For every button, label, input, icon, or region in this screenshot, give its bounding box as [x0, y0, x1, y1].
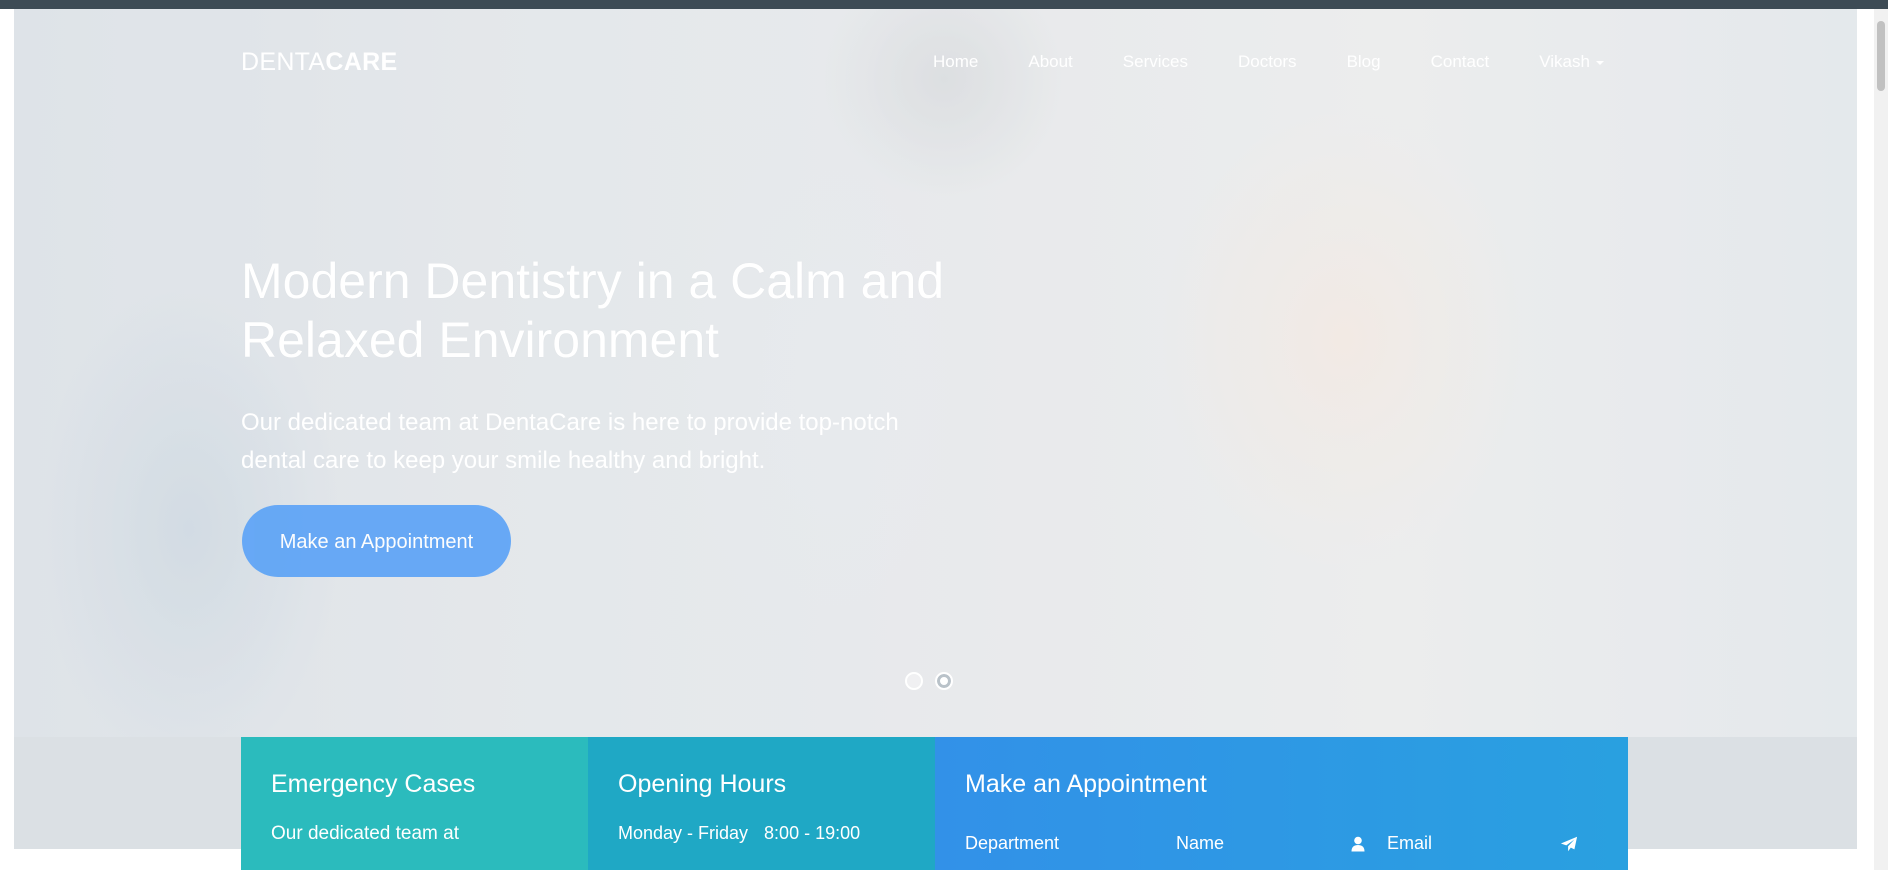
emergency-text: Our dedicated team at — [271, 823, 459, 844]
browser-top-bar — [0, 0, 1888, 9]
hours-title: Opening Hours — [618, 770, 787, 798]
paper-plane-icon — [1560, 835, 1578, 853]
make-appointment-button[interactable]: Make an Appointment — [242, 505, 511, 577]
nav-home[interactable]: Home — [933, 52, 978, 72]
slider-dots — [905, 672, 953, 690]
nav-about[interactable]: About — [1028, 52, 1072, 72]
brand-bold: CARE — [325, 48, 398, 76]
email-field[interactable]: Email — [1387, 833, 1598, 854]
name-field[interactable]: Name — [1176, 833, 1387, 854]
hours-days: Monday - Friday — [618, 823, 749, 843]
brand-light: DENTA — [241, 48, 326, 76]
email-label: Email — [1387, 833, 1433, 853]
appointment-panel: Make an Appointment Department Name Emai… — [935, 737, 1628, 870]
hero-headline: Modern Dentistry in a Calm and Relaxed E… — [241, 253, 945, 368]
nav-contact[interactable]: Contact — [1431, 52, 1490, 72]
department-label: Department — [965, 833, 1060, 853]
page-scrollbar[interactable] — [1874, 9, 1888, 870]
brand-logo[interactable]: DENTACARE — [241, 48, 397, 77]
hours-row: Monday - Friday 8:00 - 19:00 — [618, 823, 905, 844]
user-name: Vikash — [1539, 52, 1590, 71]
opening-hours-panel: Opening Hours Monday - Friday 8:00 - 19:… — [588, 737, 935, 870]
appointment-form: Department Name Email — [965, 833, 1598, 854]
caret-down-icon — [1595, 60, 1604, 65]
user-icon — [1349, 835, 1367, 853]
nav-blog[interactable]: Blog — [1347, 52, 1381, 72]
name-label: Name — [1176, 833, 1225, 853]
emergency-panel: Emergency Cases Our dedicated team at — [241, 737, 588, 870]
hero-subline: Our dedicated team at DentaCare is here … — [241, 409, 899, 474]
department-field[interactable]: Department — [965, 833, 1176, 854]
slider-dot-1[interactable] — [905, 672, 923, 690]
nav-user-dropdown[interactable]: Vikash — [1539, 52, 1604, 72]
emergency-title: Emergency Cases — [271, 770, 476, 798]
nav-doctors[interactable]: Doctors — [1238, 52, 1297, 72]
slider-dot-2[interactable] — [935, 672, 953, 690]
hours-time: 8:00 - 19:00 — [764, 823, 861, 843]
appointment-title: Make an Appointment — [965, 770, 1207, 798]
nav-services[interactable]: Services — [1123, 52, 1188, 72]
main-nav: Home About Services Doctors Blog Contact… — [933, 52, 1604, 72]
scrollbar-thumb[interactable] — [1877, 21, 1885, 91]
